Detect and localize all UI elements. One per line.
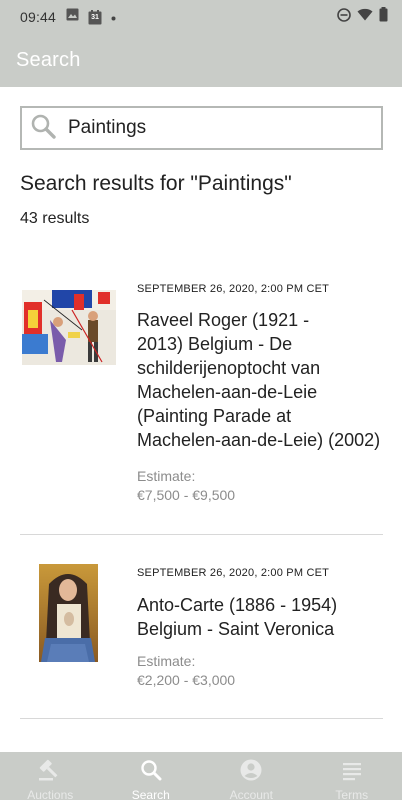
- lot-title-line: Belgium - Saint Veronica: [137, 619, 335, 639]
- divider: [20, 534, 383, 535]
- search-icon[interactable]: [30, 113, 56, 144]
- lot-title-line: (Painting Parade at: [137, 406, 292, 426]
- battery-icon: [379, 7, 388, 27]
- divider: [20, 718, 383, 719]
- image-icon: [66, 8, 79, 26]
- nav-item-account[interactable]: Account: [201, 752, 302, 800]
- bottom-nav: Auctions Search Account Terms: [0, 752, 402, 800]
- lot-title-line: Machelen-aan-de-Leie: [137, 382, 318, 402]
- status-bar: 09:44 31: [0, 0, 402, 34]
- nav-label: Terms: [335, 788, 369, 800]
- do-not-disturb-icon: [337, 7, 351, 27]
- nav-label: Auctions: [27, 788, 74, 800]
- auction-date: SEPTEMBER 26, 2020, 2:00 PM CET: [137, 283, 330, 295]
- wifi-icon: [357, 8, 373, 26]
- lot-title[interactable]: Anto-Carte (1886 - 1954) Belgium - Saint…: [137, 593, 387, 641]
- estimate-value: €2,200 - €3,000: [137, 672, 236, 688]
- lot-title-line: Raveel Roger (1921 -: [137, 310, 310, 330]
- dot-icon: [111, 8, 116, 26]
- nav-item-search[interactable]: Search: [101, 752, 202, 800]
- lot-title-line: 2013) Belgium - De: [137, 334, 293, 354]
- calendar-icon: 31: [88, 9, 102, 25]
- status-notification-icons: 31: [66, 8, 116, 26]
- nav-item-terms[interactable]: Terms: [302, 752, 402, 800]
- auction-date: SEPTEMBER 26, 2020, 2:00 PM CET: [137, 567, 330, 579]
- lot-title-line: Machelen-aan-de-Leie) (2002): [137, 430, 381, 450]
- nav-label: Search: [131, 788, 170, 800]
- search-icon: [140, 759, 162, 786]
- nav-item-auctions[interactable]: Auctions: [0, 752, 101, 800]
- search-input[interactable]: [68, 117, 348, 139]
- app-bar: Search: [0, 34, 402, 87]
- lot-title-line: schilderijenoptocht van: [137, 358, 321, 378]
- estimate-label: Estimate:: [137, 653, 196, 669]
- gavel-icon: [37, 759, 63, 786]
- estimate-value: €7,500 - €9,500: [137, 487, 236, 503]
- account-circle-icon: [240, 759, 262, 786]
- page-title: Search: [16, 49, 81, 71]
- result-thumbnail[interactable]: [22, 290, 116, 365]
- status-system-icons: [337, 7, 388, 27]
- status-time: 09:44: [20, 9, 57, 25]
- results-heading: Search results for "Paintings": [20, 172, 292, 195]
- results-count: 43 results: [20, 210, 90, 227]
- lot-title[interactable]: Raveel Roger (1921 - 2013) Belgium - De …: [137, 308, 387, 452]
- estimate-label: Estimate:: [137, 468, 196, 484]
- lot-title-line: Anto-Carte (1886 - 1954): [137, 595, 338, 615]
- nav-label: Account: [229, 788, 273, 800]
- document-lines-icon: [342, 759, 362, 786]
- result-thumbnail[interactable]: [39, 564, 98, 662]
- search-box[interactable]: [20, 106, 383, 150]
- calendar-day: 31: [91, 13, 99, 21]
